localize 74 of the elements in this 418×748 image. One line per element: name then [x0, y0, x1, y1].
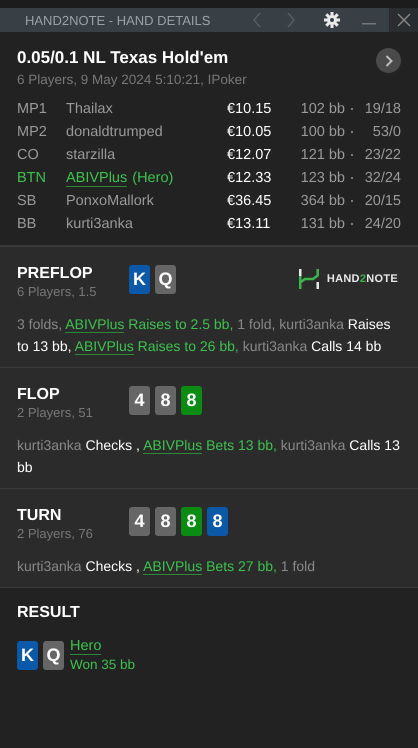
stack-bb: 121 bb	[300, 146, 345, 162]
street-info: 6 Players, 1.5	[17, 284, 98, 299]
playing-card: 8	[207, 507, 228, 536]
player-name: donaldtrumped	[66, 124, 163, 140]
window-title: HAND2NOTE - HAND DETAILS	[25, 12, 212, 28]
street-info: 2 Players, 76	[17, 526, 94, 541]
hero-label: (Hero)	[132, 170, 174, 186]
player-position: BB	[17, 216, 38, 232]
player-name: kurti3anka	[66, 216, 133, 232]
settings-icon[interactable]	[324, 12, 340, 28]
player-name[interactable]: ABIVPlus	[66, 170, 128, 186]
separator-dot	[351, 176, 353, 178]
player-stats: 23/22	[364, 146, 401, 162]
street-title: PREFLOP	[17, 265, 94, 283]
player-position: CO	[17, 146, 40, 162]
result-title: RESULT	[17, 604, 81, 622]
player-name: PonxoMallork	[66, 192, 154, 208]
separator-dot	[351, 108, 353, 110]
player-stack: €12.07	[227, 146, 272, 162]
player-link[interactable]: ABIVPlus	[143, 558, 202, 575]
separator-dot	[351, 200, 353, 202]
stack-bb: 364 bb	[300, 192, 345, 208]
player-name: Thailax	[66, 100, 113, 116]
result-outcome: Won 35 bb	[70, 657, 136, 672]
playing-card: 8	[155, 386, 176, 415]
playing-card: 8	[181, 507, 202, 536]
separator-dot	[351, 130, 353, 132]
action-log: kurti3anka Checks , ABIVPlus Bets 13 bb, kurti3anka Calls 13 bb	[17, 436, 401, 477]
action-log: kurti3anka Checks , ABIVPlus Bets 27 bb, 1 fold	[17, 557, 316, 577]
playing-card: 8	[155, 507, 176, 536]
player-stats: 24/20	[364, 216, 401, 232]
hand-title: 0.05/0.1 NL Texas Hold'em	[17, 48, 230, 68]
logo-icon	[298, 269, 319, 289]
separator-dot	[351, 154, 353, 156]
player-stats: 32/24	[364, 170, 401, 186]
playing-card: Q	[155, 265, 176, 294]
close-button[interactable]	[389, 8, 418, 32]
player-name: starzilla	[66, 146, 116, 162]
playing-card: Q	[43, 640, 64, 670]
stack-bb: 102 bb	[300, 100, 345, 116]
hand-subtitle: 6 Players, 9 May 2024 5:10:21, IPoker	[17, 72, 247, 87]
separator-dot	[351, 222, 353, 224]
player-position: MP2	[17, 124, 48, 140]
playing-card: K	[129, 265, 150, 294]
street-title: TURN	[17, 507, 62, 525]
action-log: 3 folds, ABIVPlus Raises to 2.5 bb, 1 fold, kurti3anka Raises to 13 bb, ABIVPlus Raises to 26 bb, kurti3anka Calls 14 bb	[17, 315, 392, 357]
player-stats: 53/0	[372, 124, 401, 140]
chevron-right-icon[interactable]	[384, 54, 392, 66]
playing-card: K	[17, 640, 38, 670]
player-stack: €10.15	[227, 100, 272, 116]
player-stack: €13.11	[227, 216, 272, 232]
logo-text: HAND2NOTE	[326, 273, 398, 285]
playing-card: 8	[181, 386, 202, 415]
player-stack: €36.45	[227, 192, 272, 208]
player-position: SB	[17, 192, 38, 208]
player-link[interactable]: ABIVPlus	[74, 338, 134, 355]
player-stack: €10.05	[227, 124, 272, 140]
stack-bb: 100 bb	[300, 124, 345, 140]
player-stats: 19/18	[364, 100, 401, 116]
stack-bb: 123 bb	[300, 170, 345, 186]
player-position: BTN	[17, 170, 47, 186]
player-stack: €12.33	[227, 170, 272, 186]
player-link[interactable]: ABIVPlus	[143, 437, 202, 454]
playing-card: 4	[129, 507, 150, 536]
playing-card: 4	[129, 386, 150, 415]
next-button[interactable]	[376, 48, 401, 73]
close-icon[interactable]	[396, 13, 410, 27]
player-link[interactable]: ABIVPlus	[65, 316, 124, 333]
player-stats: 20/15	[364, 192, 401, 208]
street-info: 2 Players, 51	[17, 405, 94, 420]
player-position: MP1	[17, 100, 48, 116]
street-title: FLOP	[17, 386, 61, 404]
winner-link[interactable]: Hero	[70, 638, 102, 655]
stack-bb: 131 bb	[300, 216, 345, 232]
